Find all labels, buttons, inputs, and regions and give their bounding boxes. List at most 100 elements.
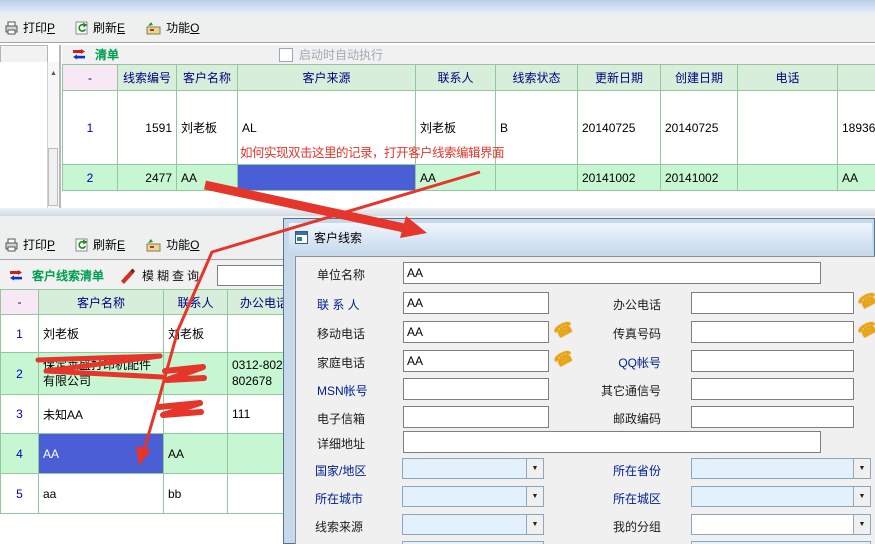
scroll-up-icon[interactable]: ▲ — [48, 70, 59, 77]
autorun-label: 启动时自动执行 — [299, 46, 383, 63]
autorun-checkbox[interactable] — [279, 48, 293, 62]
col-created[interactable]: 创建日期 — [661, 65, 738, 91]
refresh-button[interactable]: 刷新E — [75, 236, 125, 253]
col-customer[interactable]: 客户名称 — [39, 290, 164, 315]
table-row[interactable]: 1 刘老板 刘老板 — [1, 315, 285, 353]
country-dropdown[interactable]: ▼ — [402, 458, 544, 479]
printer-icon — [4, 238, 19, 252]
home-phone-input[interactable] — [403, 350, 549, 372]
dropdown-arrow-icon[interactable]: ▼ — [853, 515, 870, 534]
table-row[interactable]: 4 AA AA — [1, 434, 285, 474]
col-lead-no[interactable]: 线索编号 — [118, 65, 177, 91]
selected-cell[interactable] — [238, 165, 416, 191]
panel-title: 清单 — [95, 46, 119, 63]
list-swap-icon — [71, 49, 87, 60]
unit-name-label: 单位名称 — [317, 266, 365, 283]
col-extra[interactable] — [838, 65, 875, 91]
dialog-icon — [295, 231, 308, 244]
dialog-titlebar[interactable]: 客户线索 — [289, 223, 872, 252]
table-row[interactable]: 2 保定莱盛打印机配件有限公司 0312-8021/802678 — [1, 353, 285, 395]
msn-input[interactable] — [403, 378, 549, 400]
qq-input[interactable] — [691, 350, 854, 372]
home-phone-label: 家庭电话 — [317, 354, 365, 371]
unit-name-input[interactable] — [403, 262, 821, 284]
list-swap-icon — [8, 270, 24, 281]
mobile-phone-input[interactable] — [403, 321, 549, 343]
city-dropdown[interactable]: ▼ — [402, 486, 544, 507]
table-row[interactable]: 3 未知AA 111 — [1, 395, 285, 434]
mobile-phone-label: 移动电话 — [317, 325, 365, 342]
msn-label: MSN帐号 — [317, 382, 368, 399]
table-row[interactable]: 2 2477 AA AA 20141002 20141002 AA — [63, 165, 875, 191]
scrollbar-thumb[interactable] — [48, 148, 58, 206]
col-contact[interactable]: 联系人 — [416, 65, 496, 91]
col-phone[interactable]: 电话 — [738, 65, 838, 91]
col-status[interactable]: 线索状态 — [496, 65, 578, 91]
selected-cell[interactable]: AA — [39, 434, 164, 474]
col-updated[interactable]: 更新日期 — [578, 65, 661, 91]
email-label: 电子信箱 — [317, 410, 365, 427]
dropdown-arrow-icon[interactable]: ▼ — [853, 487, 870, 506]
refresh-button[interactable]: 刷新E — [75, 19, 125, 36]
lead-detail-table: - 客户名称 联系人 办公电话 1 刘老板 刘老板 2 保定莱盛打印机配件有限公… — [0, 289, 284, 514]
email-input[interactable] — [403, 406, 549, 428]
print-button[interactable]: 打印P — [4, 236, 55, 253]
col-rownum[interactable]: - — [1, 290, 39, 315]
other-im-input[interactable] — [691, 378, 854, 400]
table-row[interactable]: 5 aa bb — [1, 474, 285, 514]
city-label: 所在城市 — [315, 490, 363, 507]
search-input[interactable] — [217, 265, 288, 286]
dropdown-arrow-icon[interactable]: ▼ — [853, 459, 870, 478]
lead-table-area: - 线索编号 客户名称 客户来源 联系人 线索状态 更新日期 创建日期 电话 1… — [62, 64, 875, 208]
address-label: 详细地址 — [317, 435, 365, 452]
col-office-phone[interactable]: 办公电话 — [228, 290, 285, 315]
address-input[interactable] — [403, 431, 821, 453]
sidebar-scrollbar[interactable]: ▲ — [47, 62, 59, 208]
lead-source-dropdown[interactable]: ▼ — [402, 514, 544, 535]
my-group-dropdown[interactable]: ▼ — [691, 514, 871, 535]
detail-table-header: - 客户名称 联系人 办公电话 — [1, 290, 285, 315]
lead-detail-table-area: - 客户名称 联系人 办公电话 1 刘老板 刘老板 2 保定莱盛打印机配件有限公… — [0, 289, 284, 544]
fax-label: 传真号码 — [579, 325, 661, 342]
postcode-label: 邮政编码 — [579, 410, 661, 427]
function-icon — [145, 238, 162, 252]
refresh-icon — [75, 238, 89, 252]
col-contact[interactable]: 联系人 — [164, 290, 228, 315]
panel-title: 客户线索清单 — [32, 267, 104, 284]
col-rownum[interactable]: - — [63, 65, 118, 91]
lead-table-header: - 线索编号 客户名称 客户来源 联系人 线索状态 更新日期 创建日期 电话 — [63, 65, 875, 91]
office-phone-input[interactable] — [691, 292, 854, 314]
print-label: 打印 — [23, 21, 47, 35]
office-phone-label: 办公电话 — [579, 296, 661, 313]
fuzzy-query-icon — [118, 268, 136, 284]
printer-icon — [4, 21, 19, 35]
district-dropdown[interactable]: ▼ — [691, 486, 871, 507]
function-button[interactable]: 功能O — [145, 19, 199, 36]
postcode-input[interactable] — [691, 406, 854, 428]
lead-edit-dialog: 客户线索 单位名称 联 系 人 移动电话 ☎ 家庭电话 ☎ MSN帐号 电子信箱… — [283, 218, 875, 544]
country-label: 国家/地区 — [315, 462, 366, 479]
dropdown-arrow-icon[interactable]: ▼ — [526, 459, 543, 478]
col-customer[interactable]: 客户名称 — [177, 65, 238, 91]
dropdown-arrow-icon[interactable]: ▼ — [526, 515, 543, 534]
dropdown-arrow-icon[interactable]: ▼ — [526, 487, 543, 506]
fuzzy-query-label: 模糊查询 — [142, 267, 202, 284]
lead-list-panelbar: 清单 启动时自动执行 — [62, 45, 875, 64]
province-dropdown[interactable]: ▼ — [691, 458, 871, 479]
col-source[interactable]: 客户来源 — [238, 65, 416, 91]
lead-source-label: 线索来源 — [315, 518, 363, 535]
district-label: 所在城区 — [579, 490, 661, 507]
other-im-label: 其它通信号 — [579, 382, 661, 399]
contact-input[interactable] — [403, 292, 549, 314]
qq-label: QQ帐号 — [579, 354, 661, 371]
fax-input[interactable] — [691, 321, 854, 343]
sidebar-list[interactable] — [0, 62, 47, 209]
refresh-icon — [75, 21, 89, 35]
print-button[interactable]: 打印P — [4, 19, 55, 36]
top-toolbar: 打印P 刷新E 功能O — [0, 13, 875, 43]
dialog-title: 客户线索 — [314, 229, 362, 246]
screen: 打印P 刷新E 功能O ▲ 清单 启动时自动执行 - 线索编号 客户名称 — [0, 0, 875, 544]
function-label: 功能 — [166, 21, 190, 35]
function-button[interactable]: 功能O — [145, 236, 199, 253]
contact-label: 联 系 人 — [317, 296, 360, 313]
